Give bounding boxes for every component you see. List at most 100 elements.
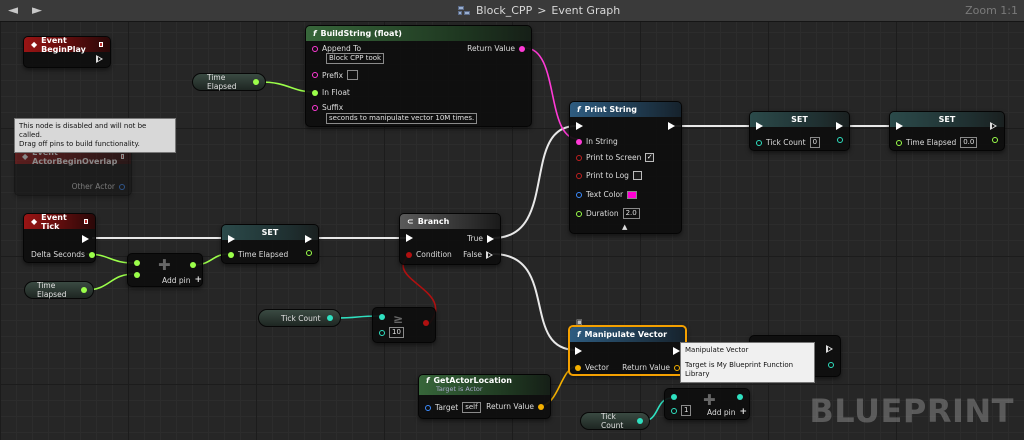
suffix-pin[interactable]: Suffix: [312, 103, 343, 112]
get-actor-location-node[interactable]: f GetActorLocation Target is Actor Target…: [418, 374, 551, 419]
exec-out-pin[interactable]: [673, 347, 680, 355]
input-a-pin[interactable]: [379, 314, 385, 320]
forward-button[interactable]: ►: [32, 3, 42, 18]
set-time-elapsed-node[interactable]: SET Time Elapsed: [221, 224, 319, 264]
tick-count-getter[interactable]: Tick Count: [258, 309, 341, 327]
add-pin-button[interactable]: Add pin +: [162, 275, 202, 285]
exec-in-pin[interactable]: [406, 234, 413, 242]
branch-icon: ⊂: [407, 217, 414, 226]
target-pin[interactable]: Target self: [425, 402, 481, 413]
exec-wire: [492, 253, 577, 351]
blueprint-icon: [458, 5, 471, 16]
breakpoint-icon[interactable]: ▣: [576, 318, 583, 326]
zoom-level: Zoom 1:1: [965, 4, 1018, 17]
node-title: GetActorLocation: [433, 376, 512, 385]
add-float-node[interactable]: ✚ Add pin +: [127, 253, 203, 287]
print-to-screen-checkbox[interactable]: ✓: [645, 153, 655, 162]
greater-equal-node[interactable]: ≥ 10: [372, 307, 436, 343]
build-string-node[interactable]: f BuildString (float) Append To Block CPP…: [305, 25, 532, 127]
breadcrumb-root[interactable]: Block_CPP: [476, 4, 532, 17]
back-button[interactable]: ◄: [8, 3, 18, 18]
print-to-screen-pin[interactable]: Print to Screen ✓: [576, 153, 655, 162]
time-elapsed-out-pin[interactable]: [992, 137, 998, 143]
set-time-elapsed-node[interactable]: SET Time Elapsed 0.0: [889, 111, 1005, 151]
tick-count-getter[interactable]: Tick Count: [580, 412, 650, 430]
event-actor-begin-overlap-node[interactable]: ◆Event ActorBeginOverlap Other Actor: [14, 148, 132, 196]
time-elapsed-in-pin[interactable]: Time Elapsed 0.0: [896, 137, 978, 148]
prefix-pin[interactable]: Prefix: [312, 70, 359, 80]
input-b-pin[interactable]: 10: [379, 327, 404, 338]
time-elapsed-in-pin[interactable]: Time Elapsed: [228, 250, 288, 259]
return-value-pin[interactable]: Return Value: [467, 44, 525, 53]
exec-wire: [492, 125, 577, 239]
tick-count-in-pin[interactable]: Tick Count 0: [756, 137, 821, 148]
input-b-pin[interactable]: 1: [671, 405, 692, 416]
false-pin[interactable]: False: [463, 250, 494, 259]
condition-pin[interactable]: Condition: [406, 250, 452, 259]
prefix-field[interactable]: [347, 70, 359, 80]
text-color-swatch[interactable]: [627, 190, 638, 199]
duration-pin[interactable]: Duration 2.0: [576, 208, 640, 219]
exec-out-pin[interactable]: [305, 235, 312, 243]
set-tick-count-node[interactable]: SET Tick Count 0: [749, 111, 850, 151]
graph-title-bar: ◄ ► Block_CPP > Event Graph Zoom 1:1: [0, 0, 1024, 22]
in-string-pin[interactable]: In String: [576, 137, 618, 146]
node-title: Event BeginPlay: [41, 35, 86, 54]
branch-node[interactable]: ⊂ Branch True Condition False: [399, 213, 501, 265]
time-elapsed-getter[interactable]: Time Elapsed: [24, 281, 94, 299]
exec-in-pin[interactable]: [756, 122, 763, 130]
delta-seconds-pin[interactable]: Delta Seconds: [31, 250, 95, 259]
true-pin[interactable]: True: [467, 234, 494, 243]
text-color-pin[interactable]: Text Color: [576, 190, 638, 199]
exec-out-pin[interactable]: [826, 345, 834, 353]
breadcrumb-separator: >: [537, 4, 547, 17]
suffix-field[interactable]: seconds to manipulate vector 10M times.: [326, 113, 478, 124]
print-to-log-checkbox[interactable]: [632, 171, 642, 180]
append-to-pin[interactable]: Append To: [312, 44, 361, 53]
print-to-log-pin[interactable]: Print to Log: [576, 171, 642, 180]
delegate-icon[interactable]: [83, 219, 88, 224]
event-tick-node[interactable]: ◆ Event Tick Delta Seconds: [23, 213, 96, 263]
input-a-pin[interactable]: [134, 260, 140, 266]
exec-out-pin[interactable]: [82, 235, 89, 243]
node-title: Event Tick: [41, 212, 67, 231]
exec-in-pin[interactable]: [576, 122, 583, 130]
expand-arrow-icon[interactable]: ▲: [622, 223, 627, 231]
input-b-pin[interactable]: [134, 272, 140, 278]
append-to-field[interactable]: Block CPP took: [326, 53, 385, 64]
exec-in-pin[interactable]: [228, 235, 235, 243]
add-pin-button[interactable]: Add pin +: [707, 407, 747, 417]
print-string-node[interactable]: f Print String In String Print to Screen ✓…: [569, 101, 682, 234]
input-a-pin[interactable]: [671, 394, 677, 400]
output-pin[interactable]: [828, 362, 834, 368]
add-int-node[interactable]: ✚ 1 Add pin +: [664, 388, 750, 420]
event-beginplay-node[interactable]: ◆ Event BeginPlay: [23, 36, 111, 68]
vector-in-pin[interactable]: Vector: [575, 363, 609, 372]
tick-count-out-pin[interactable]: [837, 137, 843, 143]
exec-in-pin[interactable]: [896, 122, 903, 130]
exec-out-pin[interactable]: [836, 122, 843, 130]
function-icon: f: [426, 376, 430, 385]
manipulate-vector-node[interactable]: f Manipulate Vector Vector Return Value: [568, 325, 687, 376]
in-float-pin[interactable]: In Float: [312, 88, 350, 97]
node-subtitle: Target is Actor: [436, 385, 483, 393]
function-icon: f: [577, 330, 581, 339]
exec-out-pin[interactable]: [990, 122, 998, 130]
breadcrumb-current[interactable]: Event Graph: [551, 4, 620, 17]
function-icon: f: [313, 29, 317, 38]
return-value-pin[interactable]: Return Value: [486, 402, 544, 411]
time-elapsed-out-pin[interactable]: [306, 250, 312, 256]
time-elapsed-getter[interactable]: Time Elapsed: [192, 73, 266, 91]
delegate-icon[interactable]: [121, 154, 124, 159]
exec-out-pin[interactable]: [668, 122, 675, 130]
result-pin[interactable]: [423, 320, 429, 326]
other-actor-pin[interactable]: Other Actor: [72, 182, 125, 191]
exec-in-pin[interactable]: [575, 347, 582, 355]
result-pin[interactable]: [190, 262, 196, 268]
delegate-icon[interactable]: [98, 42, 103, 47]
exec-out-pin[interactable]: [96, 55, 104, 63]
return-value-pin[interactable]: Return Value: [622, 363, 680, 372]
result-pin[interactable]: [737, 394, 743, 400]
greater-equal-icon: ≥: [393, 312, 404, 326]
function-icon: f: [577, 105, 581, 114]
